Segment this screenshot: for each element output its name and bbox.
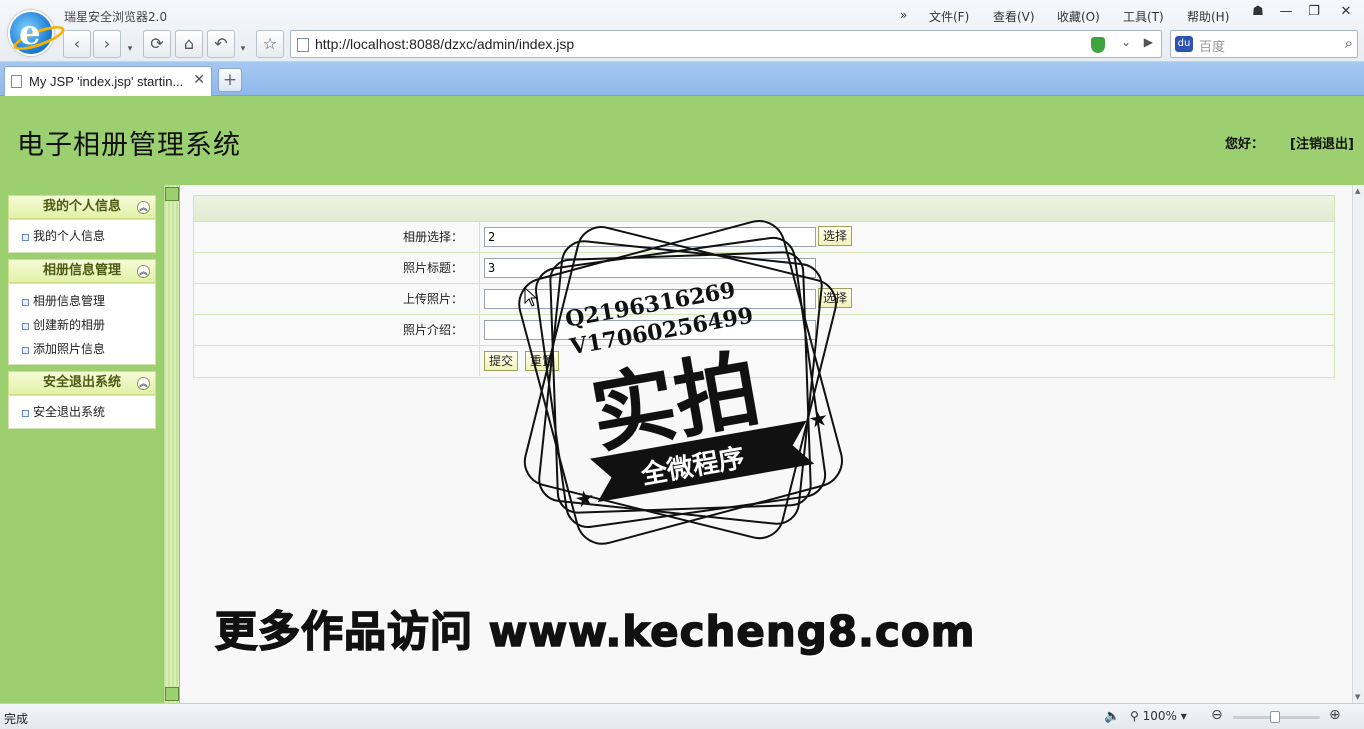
zoom-dropdown-icon[interactable]: ▾: [1181, 709, 1187, 723]
close-window-button[interactable]: ✕: [1333, 2, 1359, 22]
splitter-up-icon[interactable]: [165, 187, 179, 201]
zoom-in-icon[interactable]: ⊕: [1329, 707, 1341, 723]
baidu-icon[interactable]: du: [1175, 36, 1193, 52]
album-label: 相册选择：: [194, 222, 480, 252]
greeting: 您好：: [1225, 137, 1265, 152]
undo-history-icon[interactable]: ▾: [236, 44, 250, 58]
menu-favorites[interactable]: 收藏(O): [1057, 8, 1100, 25]
sidebar-header-label: 相册信息管理: [42, 263, 121, 278]
back-button[interactable]: ‹: [63, 30, 91, 58]
collapse-icon[interactable]: ︽: [137, 201, 150, 214]
sidebar-header-label: 我的个人信息: [42, 199, 121, 214]
tab-title[interactable]: My JSP 'index.jsp' startin...: [29, 74, 183, 89]
zoom-out-icon[interactable]: ⊖: [1211, 707, 1223, 723]
sidebar-header[interactable]: 我的个人信息 ︽: [8, 195, 156, 219]
security-shield-icon[interactable]: [1091, 37, 1105, 53]
collapse-icon[interactable]: ︽: [137, 377, 150, 390]
maximize-button[interactable]: ❐: [1301, 2, 1327, 22]
refresh-button[interactable]: ⟳: [143, 30, 171, 58]
forward-button[interactable]: ›: [93, 30, 121, 58]
sidebar-item-album-manage[interactable]: 相册信息管理: [9, 289, 155, 313]
site-title: 电子相册管理系统: [17, 130, 241, 161]
menu-help[interactable]: 帮助(H): [1187, 8, 1229, 25]
browser-toolbar: e 瑞星安全浏览器2.0 » 文件(F) 查看(V) 收藏(O) 工具(T) 帮…: [0, 0, 1364, 62]
star-icon: ★: [807, 406, 831, 434]
page-icon: [297, 38, 309, 52]
sidebar-body: 相册信息管理 创建新的相册 添加照片信息: [8, 283, 156, 365]
sidebar-header[interactable]: 安全退出系统 ︽: [8, 371, 156, 395]
scroll-down-icon[interactable]: ▼: [1355, 693, 1360, 701]
collapse-icon[interactable]: ︽: [137, 265, 150, 278]
zoom-slider-thumb[interactable]: [1270, 711, 1280, 723]
intro-label: 照片介绍：: [194, 315, 480, 345]
browser-logo-icon: e: [8, 10, 68, 56]
favorite-star-button[interactable]: ☆: [256, 30, 284, 58]
logout-link[interactable]: [注销退出]: [1290, 133, 1354, 152]
tab-bar: My JSP 'index.jsp' startin... ✕ +: [0, 62, 1364, 96]
address-dropdown-icon[interactable]: ⌄: [1121, 35, 1131, 49]
sidebar-item-add-photo[interactable]: 添加照片信息: [9, 337, 155, 361]
search-box[interactable]: du 百度 ⌕: [1170, 30, 1358, 58]
title-label: 照片标题：: [194, 253, 480, 283]
status-text: 完成: [4, 712, 29, 726]
undo-close-button[interactable]: ↶: [207, 30, 235, 58]
new-tab-button[interactable]: +: [218, 68, 242, 92]
sidebar-group-album: 相册信息管理 ︽ 相册信息管理 创建新的相册 添加照片信息: [8, 259, 156, 365]
sidebar-group-profile: 我的个人信息 ︽ 我的个人信息: [8, 195, 156, 253]
speaker-icon[interactable]: 🔈: [1104, 709, 1120, 724]
sidebar-item-my-info[interactable]: 我的个人信息: [9, 224, 155, 248]
watermark-stamp: Q2196316269 V17060256499 实拍 全微程序 ★ ★: [518, 220, 843, 545]
mouse-cursor-icon: [524, 287, 538, 307]
app-title: 瑞星安全浏览器2.0: [64, 10, 168, 24]
skin-icon[interactable]: ☗: [1245, 2, 1271, 22]
vertical-scrollbar[interactable]: ▲ ▼: [1352, 185, 1364, 703]
empty-label: [194, 346, 480, 376]
zoom-level[interactable]: ⚲ 100% ▾: [1130, 709, 1187, 723]
menu-tools[interactable]: 工具(T): [1123, 8, 1164, 25]
sidebar-item-exit[interactable]: 安全退出系统: [9, 400, 155, 424]
search-icon[interactable]: ⌕: [1345, 34, 1353, 52]
zoom-value: 100%: [1142, 709, 1177, 723]
forward-history-icon[interactable]: ▾: [123, 44, 137, 58]
watermark-footer: 更多作品访问 www.kecheng8.com: [214, 606, 976, 657]
zoom-icon: ⚲: [1130, 709, 1139, 723]
menu-more-icon[interactable]: »: [900, 8, 907, 22]
sidebar-group-exit: 安全退出系统 ︽ 安全退出系统: [8, 371, 156, 429]
address-url[interactable]: http://localhost:8088/dzxc/admin/index.j…: [315, 36, 574, 52]
sidebar-body: 我的个人信息: [8, 219, 156, 253]
upload-label: 上传照片：: [194, 284, 480, 314]
sidebar-header[interactable]: 相册信息管理 ︽: [8, 259, 156, 283]
splitter-down-icon[interactable]: [165, 687, 179, 701]
status-bar: 完成 🔈 ⚲ 100% ▾ ⊖ ⊕: [0, 703, 1364, 729]
address-bar[interactable]: http://localhost:8088/dzxc/admin/index.j…: [290, 30, 1162, 58]
page-icon: [11, 75, 22, 88]
sidebar-body: 安全退出系统: [8, 395, 156, 429]
sidebar-item-create-album[interactable]: 创建新的相册: [9, 313, 155, 337]
minimize-button[interactable]: —: [1273, 2, 1299, 22]
tab-close-icon[interactable]: ✕: [193, 72, 205, 88]
menu-file[interactable]: 文件(F): [929, 8, 969, 25]
home-button[interactable]: ⌂: [175, 30, 203, 58]
search-input[interactable]: 百度: [1199, 36, 1225, 55]
frame-splitter[interactable]: [163, 185, 180, 703]
scroll-up-icon[interactable]: ▲: [1355, 187, 1360, 195]
tab-active[interactable]: My JSP 'index.jsp' startin... ✕: [4, 66, 212, 96]
menu-view[interactable]: 查看(V): [993, 8, 1035, 25]
go-icon[interactable]: ▶: [1144, 35, 1153, 49]
sidebar-header-label: 安全退出系统: [42, 375, 121, 390]
star-icon: ★: [573, 486, 597, 514]
